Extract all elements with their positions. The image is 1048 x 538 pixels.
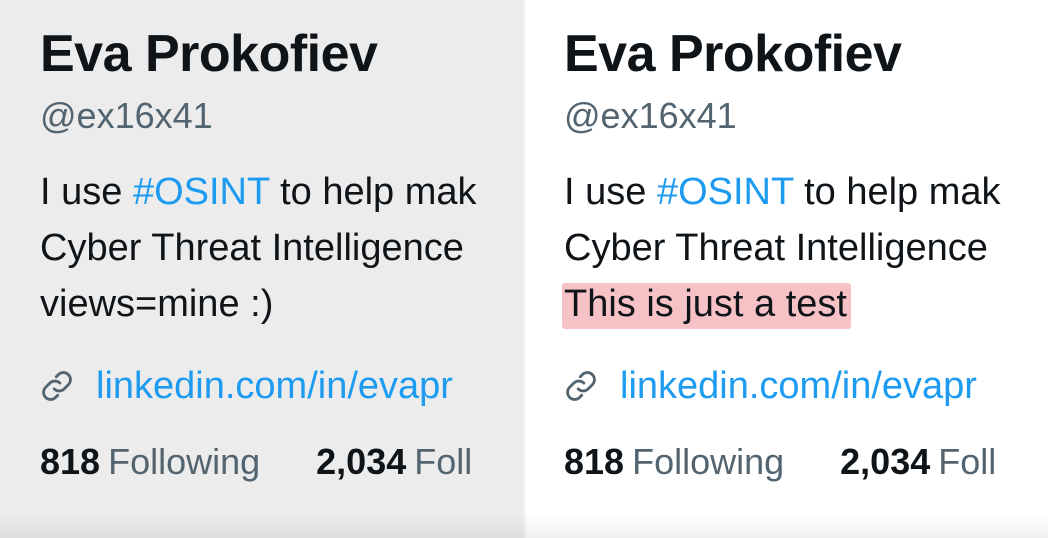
followers-stat[interactable]: 2,034 Foll	[316, 438, 472, 486]
bio-text: to help mak	[269, 171, 477, 213]
hashtag-link[interactable]: #OSINT	[133, 171, 270, 213]
followers-label: Foll	[414, 441, 473, 482]
profile-panel-original: Eva Prokofiev @ex16x41 I use #OSINT to h…	[0, 0, 524, 538]
followers-stat[interactable]: 2,034 Foll	[840, 438, 996, 486]
comparison-screenshot: Eva Prokofiev @ex16x41 I use #OSINT to h…	[0, 0, 1048, 538]
bio-text: I use	[564, 171, 657, 213]
bio-line-2: Cyber Threat Intelligence	[564, 227, 988, 269]
bio-text: to help mak	[793, 171, 1001, 213]
followers-label: Foll	[938, 441, 997, 482]
follow-stats: 818 Following 2,034 Foll	[40, 438, 524, 486]
following-label: Following	[632, 441, 785, 482]
profile-header: Eva Prokofiev @ex16x41 I use #OSINT to h…	[40, 22, 524, 486]
bio-line-3: views=mine :)	[40, 283, 274, 325]
link-icon	[566, 371, 596, 401]
display-name: Eva Prokofiev	[40, 25, 378, 83]
username-handle: @ex16x41	[564, 95, 737, 136]
display-name: Eva Prokofiev	[564, 25, 902, 83]
profile-website-link[interactable]: linkedin.com/in/evapr	[564, 362, 1048, 410]
profile-panel-modified: Eva Prokofiev @ex16x41 I use #OSINT to h…	[524, 0, 1048, 538]
website-url[interactable]: linkedin.com/in/evapr	[620, 362, 977, 410]
bio-line-1: I use #OSINT to help mak	[564, 164, 1048, 220]
profile-bio: I use #OSINT to help mak Cyber Threat In…	[562, 164, 1048, 332]
profile-website-link[interactable]: linkedin.com/in/evapr	[40, 362, 524, 410]
bio-line-1: I use #OSINT to help mak	[40, 164, 524, 220]
following-stat[interactable]: 818 Following	[564, 438, 784, 486]
followers-count: 2,034	[840, 441, 931, 482]
following-count: 818	[564, 441, 625, 482]
username-handle: @ex16x41	[40, 95, 213, 136]
website-url[interactable]: linkedin.com/in/evapr	[96, 362, 453, 410]
bio-line-2: Cyber Threat Intelligence	[40, 227, 464, 269]
link-icon	[42, 371, 72, 401]
profile-bio: I use #OSINT to help mak Cyber Threat In…	[40, 164, 524, 332]
follow-stats: 818 Following 2,034 Foll	[564, 438, 1048, 486]
followers-count: 2,034	[316, 441, 407, 482]
following-stat[interactable]: 818 Following	[40, 438, 260, 486]
bio-text: I use	[40, 171, 133, 213]
profile-header: Eva Prokofiev @ex16x41 I use #OSINT to h…	[562, 22, 1048, 486]
following-count: 818	[40, 441, 101, 482]
following-label: Following	[108, 441, 261, 482]
highlighted-test-text: This is just a test	[562, 283, 851, 329]
hashtag-link[interactable]: #OSINT	[657, 171, 794, 213]
bio-line-3: This is just a test	[562, 276, 1048, 332]
